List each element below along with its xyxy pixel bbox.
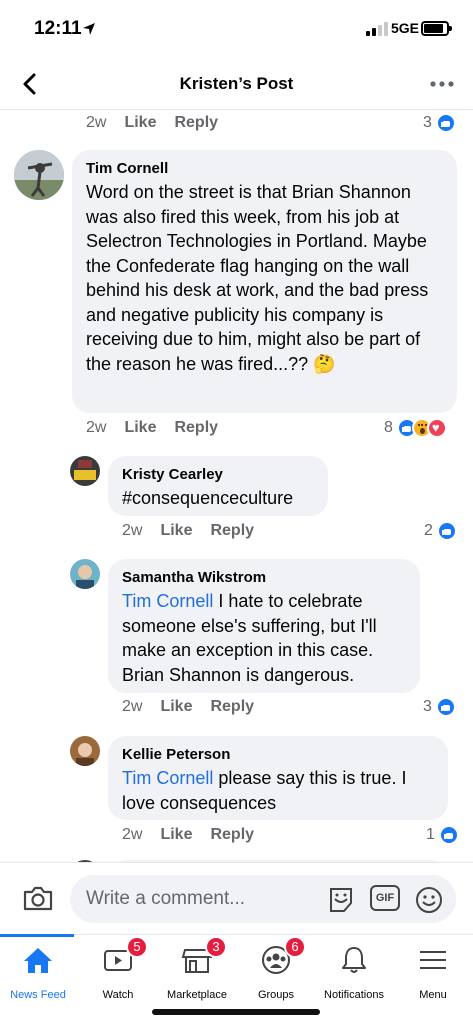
like-button[interactable]: Like — [160, 522, 192, 540]
signal-icon — [366, 22, 388, 36]
tab-news-feed[interactable]: News Feed — [0, 934, 76, 1001]
avatar[interactable] — [70, 456, 100, 486]
like-button[interactable]: Like — [124, 419, 156, 437]
reply-button[interactable]: Reply — [174, 419, 218, 437]
sticker-icon[interactable] — [326, 885, 356, 915]
comment-actions: 2w Like Reply — [86, 114, 236, 132]
reaction-summary[interactable]: 2 — [424, 521, 457, 541]
comment-bubble: Tim Cornell Word on the street is that B… — [72, 150, 457, 413]
comment-author[interactable]: Tim Cornell — [86, 160, 443, 177]
comment-time: 2w — [122, 826, 143, 843]
comment-actions: 2w Like Reply — [122, 698, 272, 716]
like-button[interactable]: Like — [160, 826, 192, 844]
post-header: Kristen’s Post — [0, 58, 473, 110]
reaction-summary[interactable]: 1 — [426, 825, 459, 845]
reaction-count: 2 — [424, 522, 433, 539]
tab-menu[interactable]: Menu — [393, 935, 473, 1001]
hashtag-link[interactable]: #consequenceculture — [122, 486, 314, 511]
comment-bubble: Kristy Cearley #consequenceculture — [108, 456, 328, 516]
comment-actions: 2w Like Reply — [122, 826, 272, 844]
comment-actions: 2w Like Reply — [86, 419, 236, 437]
reply-button[interactable]: Reply — [210, 522, 254, 540]
comment-author[interactable]: Kristy Cearley — [122, 466, 314, 483]
tab-marketplace[interactable]: 3 Marketplace — [157, 935, 237, 1001]
reaction-summary[interactable]: 3 — [423, 113, 456, 133]
comment-author[interactable]: Samantha Wikstrom — [122, 569, 406, 586]
like-reaction-icon — [435, 113, 456, 133]
avatar[interactable] — [14, 150, 64, 200]
like-reaction-icon — [438, 825, 459, 845]
avatar[interactable] — [70, 559, 100, 589]
like-button[interactable]: Like — [160, 698, 192, 716]
comment-time: 2w — [122, 698, 143, 715]
battery-icon — [421, 21, 452, 36]
reply-button[interactable]: Reply — [174, 114, 218, 132]
gif-button[interactable]: GIF — [370, 885, 400, 911]
avatar-photo — [70, 559, 100, 589]
comment-time: 2w — [86, 114, 107, 131]
comment-author[interactable]: Kellie Peterson — [122, 746, 434, 763]
notification-badge: 5 — [126, 936, 148, 958]
comment-bubble: Samantha Wikstrom Tim Cornell I hate to … — [108, 559, 420, 693]
status-bar: 12:11 5GE — [0, 0, 473, 58]
like-reaction-icon — [436, 521, 457, 541]
comment-actions: 2w Like Reply — [122, 522, 272, 540]
reaction-summary[interactable]: 8 — [384, 418, 447, 438]
comment-bubble: Kellie Peterson Tim Cornell please say t… — [108, 736, 448, 820]
hamburger-icon — [420, 951, 446, 969]
mention-link[interactable]: Tim Cornell — [122, 768, 213, 788]
reaction-count: 8 — [384, 419, 393, 436]
home-icon — [24, 948, 52, 973]
reaction-count: 3 — [423, 114, 432, 131]
tab-label: Menu — [419, 989, 447, 1001]
comment-composer: GIF — [0, 862, 473, 934]
reaction-summary[interactable]: 3 — [423, 697, 456, 717]
avatar[interactable] — [70, 736, 100, 766]
reaction-count: 3 — [423, 698, 432, 715]
reply-button[interactable]: Reply — [210, 826, 254, 844]
camera-icon[interactable] — [22, 883, 54, 913]
comment-text: Tim Cornell please say this is true. I l… — [122, 766, 434, 815]
love-reaction-icon — [426, 418, 447, 438]
network-label: 5GE — [391, 20, 420, 36]
notification-badge: 3 — [205, 936, 227, 958]
avatar-photo — [14, 150, 64, 200]
tab-notifications[interactable]: Notifications — [314, 935, 394, 1001]
mention-link[interactable]: Tim Cornell — [122, 591, 213, 611]
home-indicator — [152, 1009, 320, 1015]
bottom-nav: News Feed 5 Watch 3 Marketplace 6 Groups… — [0, 934, 473, 1024]
location-arrow-icon — [83, 23, 95, 35]
like-button[interactable]: Like — [124, 114, 156, 132]
tab-watch[interactable]: 5 Watch — [78, 935, 158, 1001]
bell-icon — [342, 947, 366, 973]
status-time: 12:11 — [34, 18, 82, 39]
emoji-icon[interactable] — [414, 885, 444, 915]
comment-time: 2w — [122, 522, 143, 539]
comments-feed[interactable]: 2w Like Reply 3 Tim Cornell Word on the … — [0, 110, 473, 862]
reaction-count: 1 — [426, 826, 435, 843]
reply-button[interactable]: Reply — [210, 698, 254, 716]
comment-text: Tim Cornell I hate to celebrate someone … — [122, 589, 406, 687]
avatar-photo — [70, 456, 100, 486]
avatar-photo — [70, 736, 100, 766]
more-options-icon[interactable] — [429, 72, 455, 96]
notification-badge: 6 — [284, 936, 306, 958]
comment-text: Word on the street is that Brian Shannon… — [86, 182, 429, 374]
like-reaction-icon — [435, 697, 456, 717]
page-title: Kristen’s Post — [179, 74, 294, 93]
comment-time: 2w — [86, 419, 107, 436]
